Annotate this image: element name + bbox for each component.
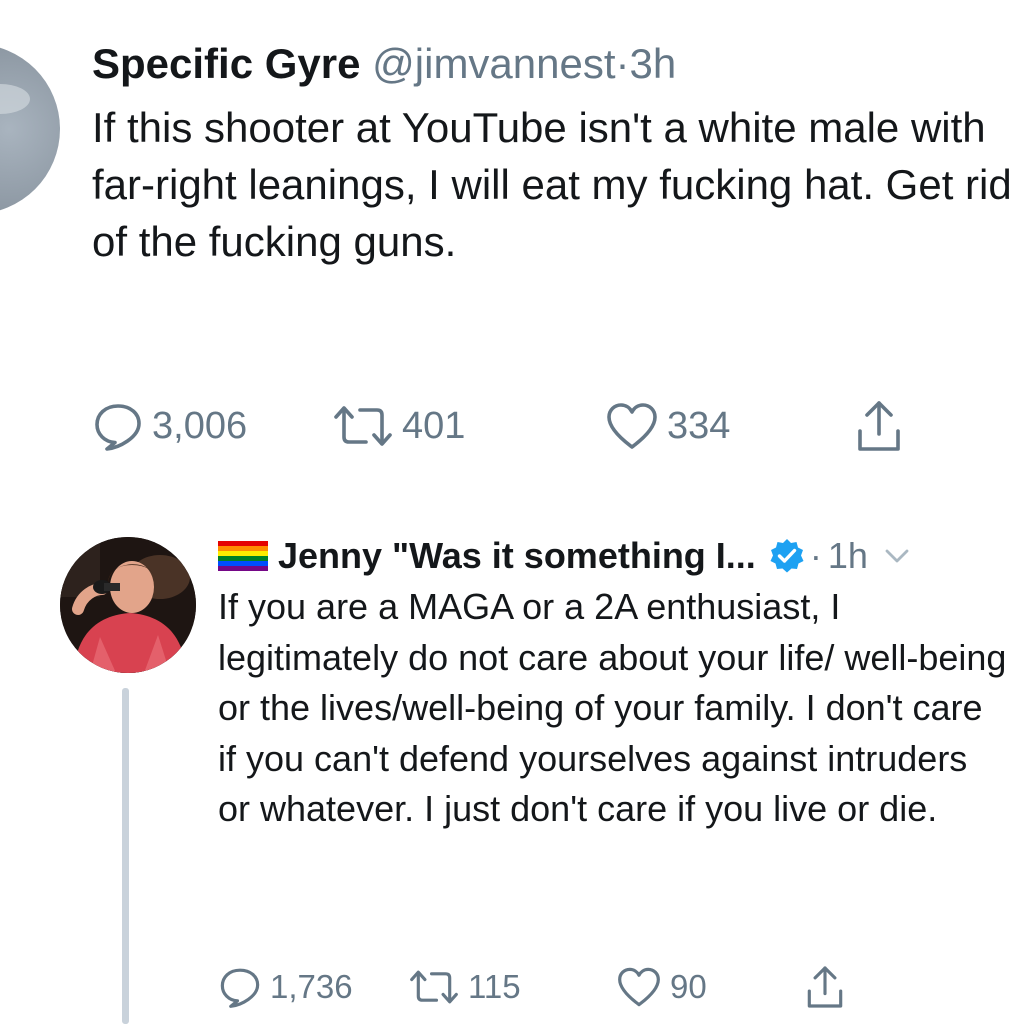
tweet-thread: Specific Gyre @jimvannest·3h If this sho… (0, 0, 1024, 1024)
tweet1-handle[interactable]: @jimvannest (372, 40, 615, 87)
tweet1-separator: · (615, 40, 630, 87)
tweet2-display-name[interactable]: Jenny "Was it something I... (278, 535, 756, 577)
avatar-jenny[interactable] (60, 537, 196, 673)
tweet2-share-button[interactable] (806, 962, 844, 1012)
tweet1-reply-count: 3,006 (152, 404, 248, 447)
rainbow-flag-icon (218, 541, 268, 571)
tweet2-like-count: 90 (670, 968, 707, 1005)
tweet1-reply-button[interactable]: 3,006 (92, 398, 247, 454)
heart-icon (607, 403, 657, 449)
tweet1-like-button[interactable]: 334 (605, 398, 730, 454)
verified-badge-icon (770, 539, 804, 573)
avatar-photo (60, 537, 196, 673)
tweet1-text: If this shooter at YouTube isn't a white… (92, 104, 1012, 265)
tweet2-like-button[interactable]: 90 (616, 962, 707, 1012)
tweet1-display-name[interactable]: Specific Gyre (92, 40, 360, 87)
reply-icon (95, 404, 141, 451)
tweet2-reply-count: 1,736 (270, 968, 353, 1005)
tweet1-action-bar: 3,006 401 334 (92, 398, 952, 454)
tweet2-retweet-count: 115 (468, 968, 521, 1005)
chevron-down-icon[interactable] (884, 547, 910, 565)
tweet1-share-button[interactable] (856, 398, 902, 454)
tweet1-timestamp[interactable]: 3h (630, 40, 677, 87)
tweet1-retweet-count: 401 (402, 404, 466, 447)
avatar-highlight (0, 84, 30, 114)
tweet2-timestamp[interactable]: 1h (828, 535, 868, 577)
tweet2-action-bar: 1,736 115 90 (218, 962, 918, 1012)
tweet1-like-count: 334 (667, 404, 731, 447)
retweet-icon (334, 406, 392, 446)
tweet1-header: Specific Gyre @jimvannest·3h (92, 38, 676, 90)
retweet-icon (410, 970, 458, 1004)
avatar-specific-gyre[interactable] (0, 44, 60, 214)
tweet1-retweet-button[interactable]: 401 (332, 398, 465, 454)
tweet2-header: Jenny "Was it something I... · 1h (218, 532, 910, 580)
tweet2-retweet-button[interactable]: 115 (408, 962, 521, 1012)
tweet2-text: If you are a MAGA or a 2A enthusiast, I … (218, 586, 1007, 829)
tweet2-separator: · (809, 535, 822, 576)
tweet2-reply-button[interactable]: 1,736 (218, 962, 353, 1012)
share-icon (858, 401, 900, 451)
share-icon (807, 966, 843, 1008)
heart-icon (618, 967, 660, 1007)
thread-connector-line (122, 688, 129, 1024)
reply-icon (220, 968, 260, 1008)
